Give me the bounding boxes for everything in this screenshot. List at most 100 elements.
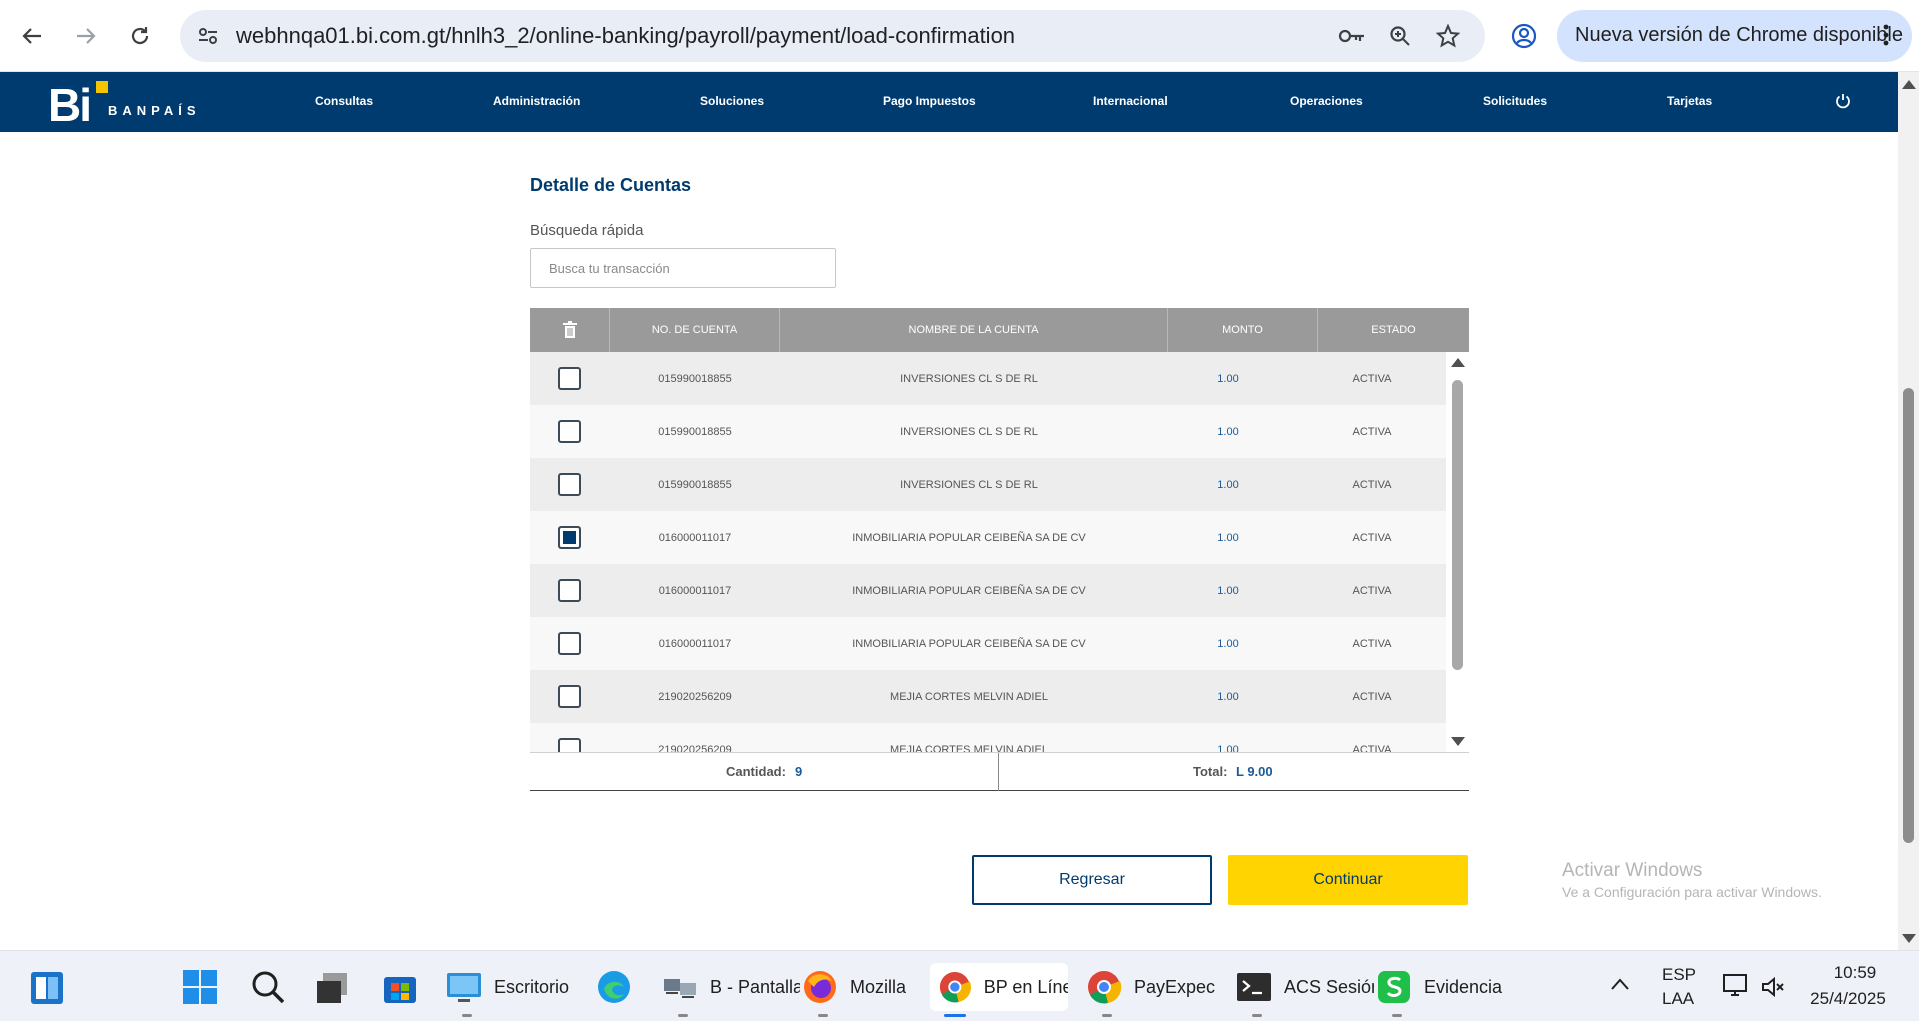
table-scrollbar[interactable] — [1446, 352, 1469, 752]
row-checkbox[interactable] — [558, 420, 581, 443]
row-checkbox[interactable] — [558, 632, 581, 655]
amount-cell: 1.00 — [1217, 478, 1239, 491]
running-indicator — [1252, 1014, 1262, 1017]
status-cell: ACTIVA — [1352, 478, 1392, 491]
count-label: Cantidad: — [726, 764, 786, 779]
account-name-cell: INVERSIONES CL S DE RL — [900, 425, 1038, 438]
menu-pago-impuestos[interactable]: Pago Impuestos — [883, 94, 976, 108]
row-checkbox[interactable] — [558, 738, 581, 752]
zoom-icon[interactable] — [1386, 22, 1414, 50]
activate-windows-subtitle: Ve a Configuración para activar Windows. — [1562, 884, 1822, 900]
amount-cell: 1.00 — [1217, 743, 1239, 753]
taskbar-app-bp-en-linea[interactable]: BP en Línea — [930, 963, 1068, 1017]
table-scrollbar-thumb[interactable] — [1452, 380, 1463, 670]
page-scrollbar[interactable] — [1898, 72, 1919, 950]
chrome-icon — [1088, 971, 1122, 1004]
more-menu-icon[interactable] — [1883, 24, 1889, 51]
bookmark-star-icon[interactable] — [1434, 22, 1462, 50]
row-checkbox[interactable] — [558, 685, 581, 708]
chevron-up-icon[interactable] — [1610, 977, 1630, 991]
header-amount: MONTO — [1168, 308, 1318, 352]
status-cell: ACTIVA — [1352, 531, 1392, 544]
reload-icon[interactable] — [122, 18, 158, 54]
table-scroll-up-icon[interactable] — [1451, 358, 1465, 367]
banpais-logo[interactable]: Bi BANPAÍS — [48, 78, 208, 131]
profile-icon[interactable] — [1506, 18, 1542, 54]
account-name-cell: INMOBILIARIA POPULAR CEIBEÑA SA DE CV — [852, 531, 1086, 544]
volume-muted-icon[interactable] — [1760, 975, 1786, 999]
row-checkbox[interactable] — [558, 473, 581, 496]
bank-navbar: Bi BANPAÍS Consultas Administración Solu… — [0, 72, 1898, 132]
start-windows-icon[interactable] — [182, 969, 218, 1005]
page-scrollbar-thumb[interactable] — [1903, 388, 1914, 843]
running-indicator — [462, 1014, 472, 1017]
taskbar-app-escritorio[interactable]: Escritorio — [446, 963, 584, 1017]
status-cell: ACTIVA — [1352, 584, 1392, 597]
amount-cell: 1.00 — [1217, 425, 1239, 438]
taskbar-label: B - Pantalla — [710, 976, 800, 997]
account-name-cell: INMOBILIARIA POPULAR CEIBEÑA SA DE CV — [852, 584, 1086, 597]
scroll-down-arrow-icon[interactable] — [1902, 934, 1916, 943]
power-logout-icon[interactable] — [1834, 92, 1854, 112]
language-top[interactable]: ESP — [1662, 965, 1696, 985]
amount-cell: 1.00 — [1217, 637, 1239, 650]
trash-icon[interactable] — [562, 321, 578, 339]
menu-internacional[interactable]: Internacional — [1093, 94, 1168, 108]
password-key-icon[interactable] — [1338, 22, 1366, 50]
table-row: 016000011017 INMOBILIARIA POPULAR CEIBEÑA… — [530, 564, 1446, 617]
clock-date[interactable]: 25/4/2025 — [1796, 989, 1900, 1009]
search-icon[interactable] — [250, 969, 286, 1005]
store-icon[interactable] — [382, 971, 418, 1005]
taskbar-app-evidencia[interactable]: Evidencia — [1376, 963, 1514, 1017]
widgets-icon[interactable] — [30, 971, 64, 1005]
delete-column-header[interactable] — [530, 308, 610, 352]
table-body: 015990018855 INVERSIONES CL S DE RL 1.00 AC… — [530, 352, 1446, 752]
back-button[interactable]: Regresar — [972, 855, 1212, 905]
account-number-cell: 016000011017 — [658, 637, 732, 650]
address-bar[interactable]: webhnqa01.bi.com.gt/hnlh3_2/online-banki… — [180, 10, 1485, 62]
table-row: 015990018855 INVERSIONES CL S DE RL 1.00 AC… — [530, 458, 1446, 511]
menu-operaciones[interactable]: Operaciones — [1290, 94, 1363, 108]
status-cell: ACTIVA — [1352, 743, 1392, 753]
menu-soluciones[interactable]: Soluciones — [700, 94, 764, 108]
network-icon[interactable] — [1722, 973, 1750, 999]
table-scroll-down-icon[interactable] — [1451, 737, 1465, 746]
scroll-up-arrow-icon[interactable] — [1902, 80, 1916, 89]
edge-icon[interactable] — [596, 969, 632, 1005]
account-name-cell: INMOBILIARIA POPULAR CEIBEÑA SA DE CV — [852, 637, 1086, 650]
forward-arrow-icon[interactable] — [68, 18, 104, 54]
row-checkbox[interactable] — [558, 526, 581, 549]
clock-time[interactable]: 10:59 — [1810, 963, 1900, 983]
logo-square — [96, 81, 108, 93]
search-input[interactable] — [530, 248, 836, 288]
logo-wordmark: BANPAÍS — [108, 103, 201, 118]
row-checkbox[interactable] — [558, 579, 581, 602]
continue-button[interactable]: Continuar — [1228, 855, 1468, 905]
table-row: 219020256209 MEJIA CORTES MELVIN ADIEL 1.0… — [530, 723, 1446, 752]
taskbar-app-acs[interactable]: ACS Sesión — [1236, 963, 1374, 1017]
page-title: Detalle de Cuentas — [530, 175, 692, 195]
task-view-icon[interactable] — [315, 971, 349, 1005]
amount-cell: 1.00 — [1217, 531, 1239, 544]
running-indicator — [1102, 1014, 1112, 1017]
taskbar-app-mozilla[interactable]: Mozilla — [802, 963, 940, 1017]
summary-divider — [998, 753, 999, 791]
table-row: 016000011017 INMOBILIARIA POPULAR CEIBEÑA… — [530, 511, 1446, 564]
account-number-cell: 015990018855 — [658, 372, 732, 385]
language-bottom[interactable]: LAA — [1662, 989, 1694, 1009]
menu-solicitudes[interactable]: Solicitudes — [1483, 94, 1547, 108]
table-summary: Cantidad: 9 Total: L 9.00 — [530, 752, 1469, 791]
row-checkbox[interactable] — [558, 367, 581, 390]
taskbar-app-payexpec[interactable]: PayExpec — [1086, 963, 1224, 1017]
back-arrow-icon[interactable] — [14, 18, 50, 54]
menu-tarjetas[interactable]: Tarjetas — [1667, 94, 1712, 108]
site-settings-icon[interactable] — [194, 22, 222, 50]
menu-consultas[interactable]: Consultas — [315, 94, 373, 108]
url-text[interactable]: webhnqa01.bi.com.gt/hnlh3_2/online-banki… — [236, 23, 1015, 49]
chrome-update-button[interactable]: Nueva versión de Chrome disponible — [1557, 10, 1912, 62]
activate-windows-title: Activar Windows — [1562, 860, 1703, 881]
count-value: 9 — [795, 764, 803, 779]
header-account-number: NO. DE CUENTA — [610, 308, 780, 352]
menu-administracion[interactable]: Administración — [493, 94, 580, 108]
taskbar-app-pantalla[interactable]: B - Pantalla — [662, 963, 800, 1017]
